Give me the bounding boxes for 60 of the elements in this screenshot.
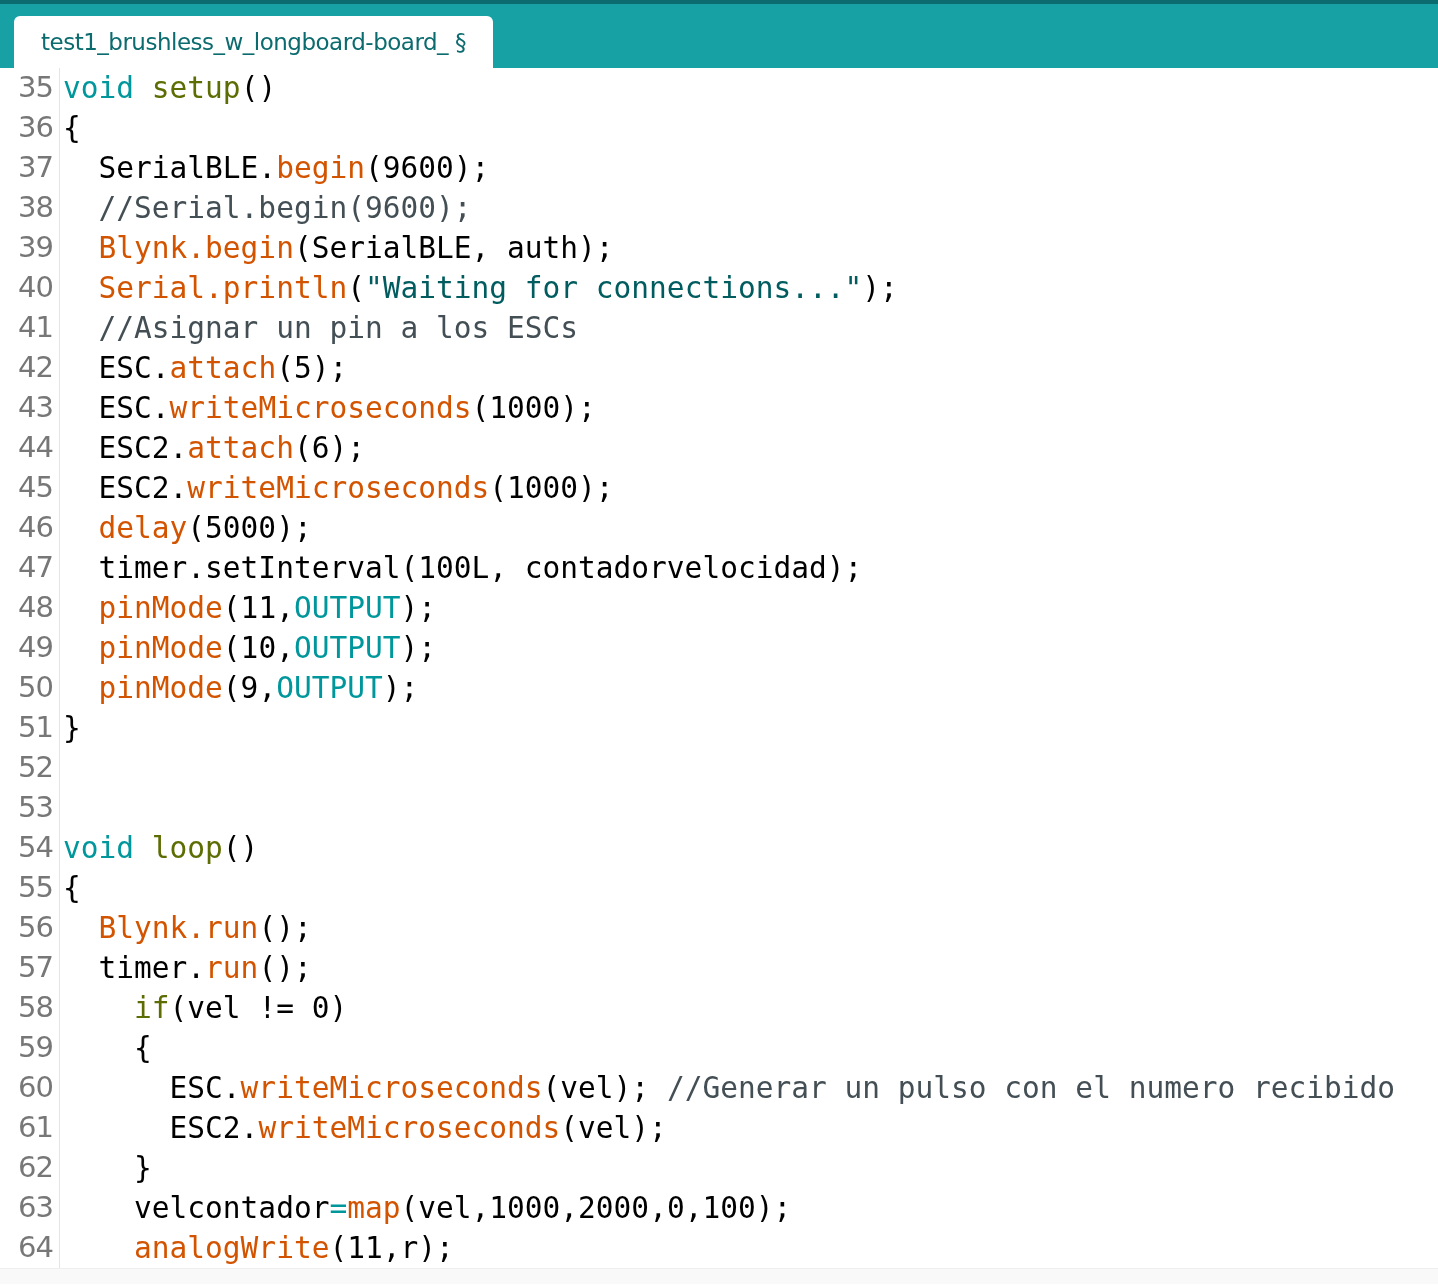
line-number: 49 — [18, 629, 53, 667]
line-number: 63 — [18, 1189, 53, 1227]
code-line: timer.setInterval(100L, contadorvelocidad); — [97, 550, 863, 587]
line-number: 55 — [18, 869, 53, 907]
file-tab[interactable]: test1_brushless_w_longboard-board_ § — [14, 16, 493, 68]
code-line: } — [133, 1150, 152, 1187]
line-number: 37 — [18, 149, 53, 187]
code-line: } — [62, 710, 81, 747]
line-number: 51 — [18, 709, 53, 747]
code-line: pinMode(10,OUTPUT); — [97, 630, 436, 667]
line-number: 64 — [18, 1229, 53, 1267]
code-line: velcontador=map(vel,1000,2000,0,100); — [133, 1190, 792, 1227]
line-number: 59 — [18, 1029, 53, 1067]
line-number: 42 — [18, 349, 53, 387]
line-number: 54 — [18, 829, 53, 867]
code-line: ESC.writeMicroseconds(vel); //Generar un pulso con el numero recibido — [168, 1070, 1396, 1107]
code-line: Blynk.run(); — [97, 910, 312, 947]
line-number: 57 — [18, 949, 53, 987]
line-number: 50 — [18, 669, 53, 707]
line-number: 47 — [18, 549, 53, 587]
code-line: timer.run(); — [97, 950, 312, 987]
line-number: 38 — [18, 189, 53, 227]
code-line: ESC2.writeMicroseconds(1000); — [97, 470, 614, 507]
code-line: { — [62, 870, 81, 907]
code-line: { — [62, 110, 81, 147]
line-number: 35 — [18, 69, 53, 107]
code-line: Serial.println("Waiting for connections..."); — [97, 270, 898, 307]
line-number: 58 — [18, 989, 53, 1027]
code-line: pinMode(11,OUTPUT); — [97, 590, 436, 627]
line-number: 36 — [18, 109, 53, 147]
code-line: pinMode(9,OUTPUT); — [97, 670, 419, 707]
code-line: //Serial.begin(9600); — [97, 190, 472, 227]
line-number: 53 — [18, 789, 53, 827]
line-number: 44 — [18, 429, 53, 467]
code-line: if(vel != 0) — [133, 990, 348, 1027]
code-line: ESC2.writeMicroseconds(vel); — [168, 1110, 667, 1147]
code-line: void loop() — [62, 830, 259, 867]
horizontal-scrollbar[interactable] — [0, 1268, 1438, 1284]
line-number: 40 — [18, 269, 53, 307]
code-line: ESC2.attach(6); — [97, 430, 365, 467]
line-number: 61 — [18, 1109, 53, 1147]
code-line: SerialBLE.begin(9600); — [97, 150, 490, 187]
line-number: 52 — [18, 749, 53, 787]
code-line: analogWrite(11,r); — [133, 1230, 454, 1267]
code-line: ESC.attach(5); — [97, 350, 348, 387]
code-line: Blynk.begin(SerialBLE, auth); — [97, 230, 614, 267]
line-number: 45 — [18, 469, 53, 507]
line-number: 41 — [18, 309, 53, 347]
line-number: 46 — [18, 509, 53, 547]
code-line: void setup() — [62, 70, 277, 107]
code-line: ESC.writeMicroseconds(1000); — [97, 390, 596, 427]
line-number: 48 — [18, 589, 53, 627]
code-line: { — [133, 1030, 152, 1067]
line-number: 62 — [18, 1149, 53, 1187]
line-number: 39 — [18, 229, 53, 267]
line-number: 43 — [18, 389, 53, 427]
code-line: delay(5000); — [97, 510, 312, 547]
line-number: 60 — [18, 1069, 53, 1107]
code-line: //Asignar un pin a los ESCs — [97, 310, 579, 347]
line-number: 56 — [18, 909, 53, 947]
